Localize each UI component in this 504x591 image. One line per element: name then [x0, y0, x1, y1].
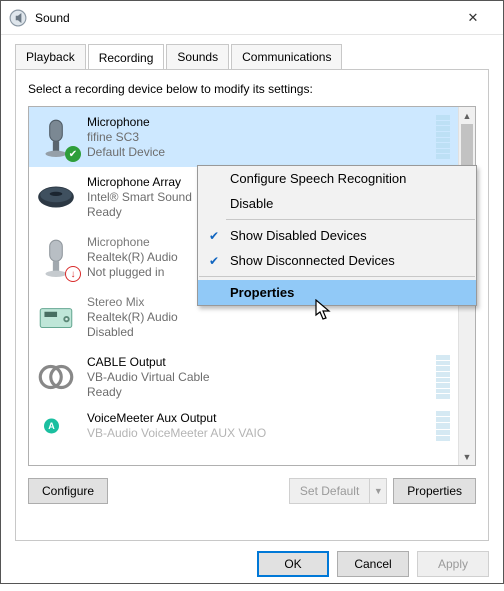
device-status: Default Device [87, 145, 426, 160]
device-status: Disabled [87, 325, 452, 340]
device-sub: VB-Audio Virtual Cable [87, 370, 426, 385]
level-meter [436, 355, 450, 399]
cable-output-icon [35, 356, 77, 398]
device-name: VoiceMeeter Aux Output [87, 411, 426, 426]
unplugged-badge-icon: ↓ [65, 266, 81, 282]
tab-strip: Playback Recording Sounds Communications [1, 35, 503, 69]
ok-button[interactable]: OK [257, 551, 329, 577]
device-item[interactable]: A VoiceMeeter Aux Output VB-Audio VoiceM… [29, 407, 458, 445]
scroll-up-button[interactable]: ▲ [459, 107, 475, 124]
microphone-icon: ↓ [35, 236, 77, 278]
check-icon: ✔ [204, 254, 224, 268]
svg-text:A: A [48, 421, 55, 431]
tab-recording[interactable]: Recording [88, 44, 165, 70]
apply-button: Apply [417, 551, 489, 577]
set-default-button: Set Default [289, 478, 369, 504]
context-properties[interactable]: Properties [198, 280, 476, 305]
default-badge-icon: ✔ [65, 146, 81, 162]
device-name: CABLE Output [87, 355, 426, 370]
device-item[interactable]: ✔ Microphone fifine SC3 Default Device [29, 107, 458, 167]
tab-playback[interactable]: Playback [15, 44, 86, 70]
chevron-down-icon: ▼ [374, 486, 383, 496]
context-disable[interactable]: Disable [198, 191, 476, 216]
context-show-disconnected[interactable]: ✔Show Disconnected Devices [198, 248, 476, 273]
chevron-down-icon: ▼ [463, 452, 472, 462]
properties-button[interactable]: Properties [393, 478, 476, 504]
window-title: Sound [35, 11, 70, 25]
microphone-icon: ✔ [35, 116, 77, 158]
scroll-down-button[interactable]: ▼ [459, 448, 475, 465]
tab-sounds[interactable]: Sounds [166, 44, 229, 70]
panel-button-row: Configure Set Default ▼ Properties [28, 478, 476, 504]
context-separator [199, 276, 475, 277]
set-default-dropdown: ▼ [369, 478, 387, 504]
level-meter [436, 411, 450, 441]
instruction-text: Select a recording device below to modif… [28, 82, 476, 96]
chevron-up-icon: ▲ [463, 111, 472, 121]
device-sub: fifine SC3 [87, 130, 426, 145]
voicemeeter-icon: A [35, 411, 77, 441]
cancel-button[interactable]: Cancel [337, 551, 409, 577]
sound-app-icon [9, 9, 27, 27]
level-meter [436, 115, 450, 159]
device-item[interactable]: CABLE Output VB-Audio Virtual Cable Read… [29, 347, 458, 407]
tab-communications[interactable]: Communications [231, 44, 342, 70]
titlebar: Sound ✕ [1, 1, 503, 35]
microphone-array-icon [35, 176, 77, 218]
close-icon: ✕ [468, 10, 479, 26]
dialog-button-row: OK Cancel Apply [1, 551, 503, 591]
window-close-button[interactable]: ✕ [451, 4, 495, 32]
device-sub: VB-Audio VoiceMeeter AUX VAIO [87, 426, 426, 441]
set-default-split-button: Set Default ▼ [289, 478, 387, 504]
device-sub: Realtek(R) Audio [87, 310, 452, 325]
configure-button[interactable]: Configure [28, 478, 108, 504]
device-status: Ready [87, 385, 426, 400]
context-configure-speech[interactable]: Configure Speech Recognition [198, 166, 476, 191]
stereo-mix-icon [35, 296, 77, 338]
device-name: Microphone [87, 115, 426, 130]
context-separator [226, 219, 475, 220]
check-icon: ✔ [204, 229, 224, 243]
context-menu[interactable]: Configure Speech Recognition Disable ✔Sh… [197, 165, 477, 306]
context-show-disabled[interactable]: ✔Show Disabled Devices [198, 223, 476, 248]
